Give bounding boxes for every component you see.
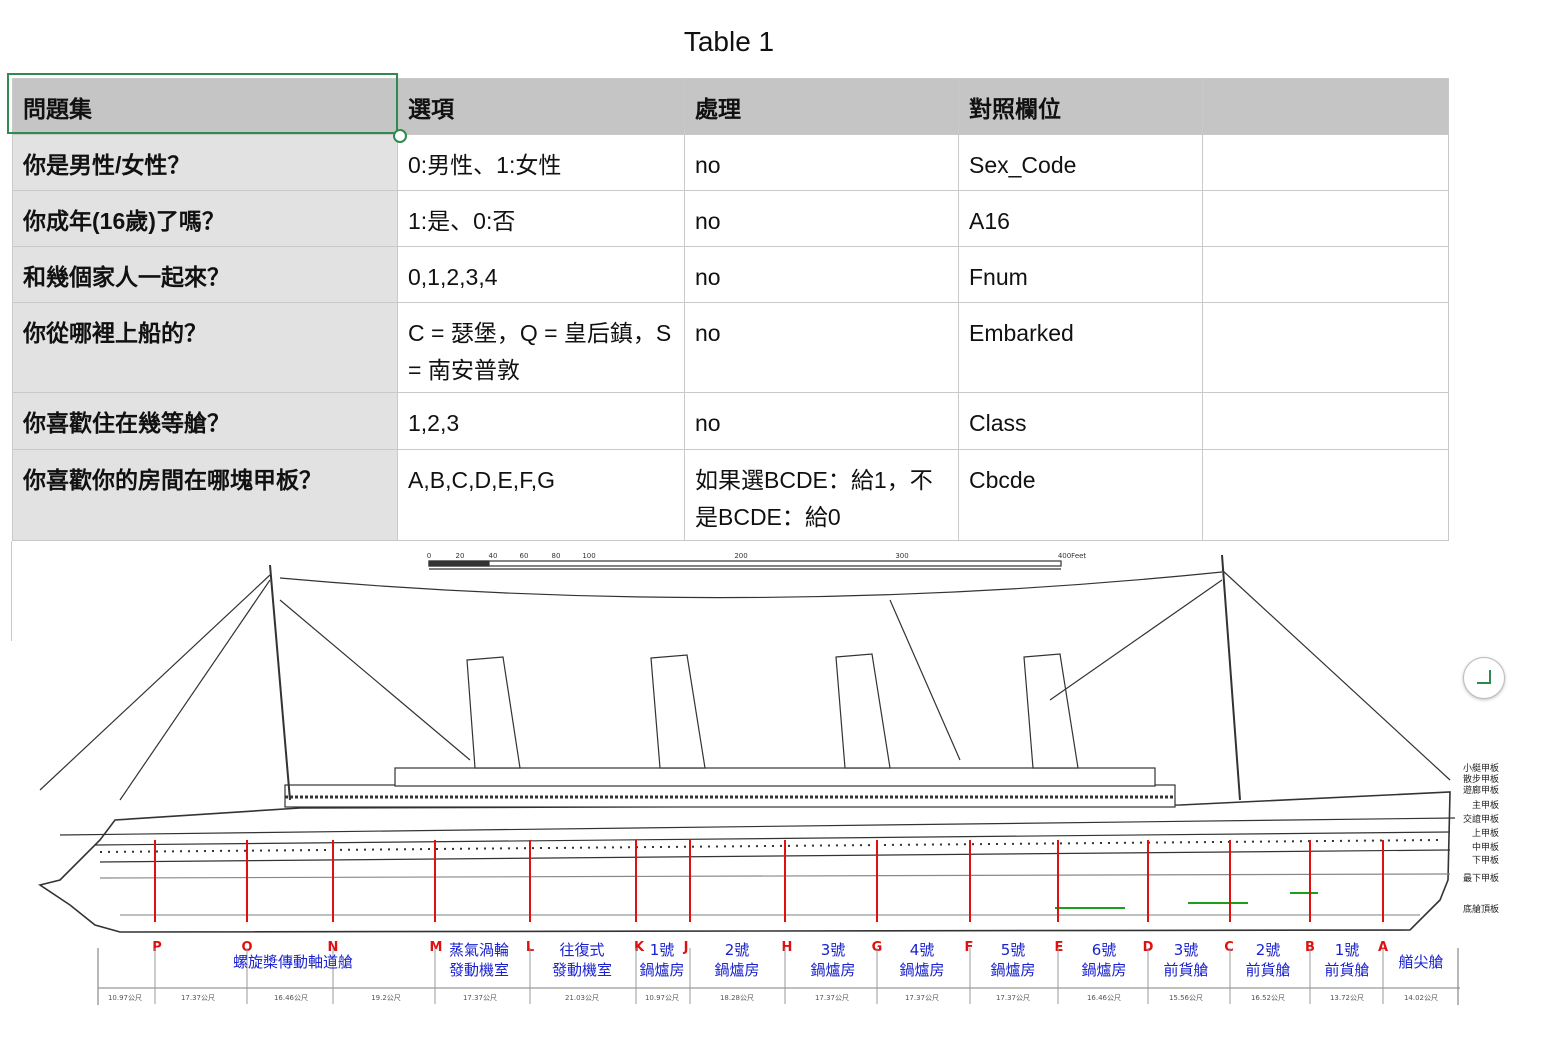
scale-label: 200 (734, 552, 747, 560)
bulkhead-letter: E (1055, 940, 1064, 955)
length-label: 10.97公尺 (645, 994, 679, 1002)
scale-bar (428, 560, 1062, 567)
length-label: 17.37公尺 (181, 994, 215, 1002)
rigging (119, 579, 271, 801)
length-label: 17.37公尺 (815, 994, 849, 1002)
length-label: 21.03公尺 (565, 994, 599, 1002)
length-label: 10.97公尺 (108, 994, 142, 1002)
rigging (1049, 579, 1223, 701)
compartment-label: 鍋爐房 (810, 961, 855, 979)
bulkhead-letter: J (683, 940, 689, 955)
compartment-label: 1號 (650, 941, 675, 959)
length-label: 16.46公尺 (274, 994, 308, 1002)
length-label: 17.37公尺 (996, 994, 1030, 1002)
deck-label: 交誼甲板 (1463, 813, 1499, 825)
compartment-label: 前貨艙 (1324, 961, 1369, 979)
funnel (1023, 653, 1079, 769)
scale-label: 0 (427, 552, 431, 560)
rigging (889, 599, 961, 761)
compartment-label: 鍋爐房 (639, 961, 684, 979)
length-label: 16.52公尺 (1251, 994, 1285, 1002)
ship-drawing (38, 554, 1460, 1005)
deck-label: 下甲板 (1472, 854, 1499, 866)
compartment-label: 往復式 (559, 941, 604, 959)
bulkhead-letter: C (1224, 940, 1234, 955)
image-resize-button[interactable] (1463, 657, 1505, 699)
antenna-wire (279, 571, 1223, 599)
compartment-label: 蒸氣渦輪 (449, 941, 509, 959)
length-label: 17.37公尺 (905, 994, 939, 1002)
compartment-label: 鍋爐房 (990, 961, 1035, 979)
scale-label: 80 (552, 552, 561, 560)
compartment-label: 發動機室 (552, 961, 612, 979)
length-label: 14.02公尺 (1404, 994, 1438, 1002)
length-label: 13.72公尺 (1330, 994, 1364, 1002)
deck-label: 主甲板 (1472, 799, 1499, 811)
compartment-label: 發動機室 (449, 961, 509, 979)
rigging (39, 574, 271, 791)
deck-label: 上甲板 (1472, 827, 1499, 839)
compartment-label: 3號 (1174, 941, 1199, 959)
rigging (1221, 569, 1451, 781)
compartment-label: 鍋爐房 (899, 961, 944, 979)
length-label: 15.56公尺 (1169, 994, 1203, 1002)
compartment-label: 螺旋槳傳動軸道艙 (233, 953, 353, 971)
deck-label: 中甲板 (1472, 841, 1499, 853)
deck-label: 最下甲板 (1463, 872, 1499, 884)
deck-label: 底艙頂板 (1463, 903, 1499, 915)
funnel (650, 654, 706, 769)
scale-label: 400Feet (1058, 552, 1087, 560)
superstructure (394, 767, 1156, 787)
compartment-label: 3號 (821, 941, 846, 959)
scale-bar (428, 560, 490, 567)
mast (1221, 554, 1241, 801)
compartment-label: 4號 (910, 941, 935, 959)
scale-label: 40 (489, 552, 498, 560)
hull (38, 791, 1451, 933)
bulkhead-letter: M (430, 940, 443, 955)
scale-label: 60 (520, 552, 529, 560)
bulkhead-letter: P (152, 940, 162, 955)
compartment-label: 6號 (1092, 941, 1117, 959)
compartment-label: 鍋爐房 (714, 961, 759, 979)
compartment-label: 5號 (1001, 941, 1026, 959)
length-label: 16.46公尺 (1087, 994, 1121, 1002)
funnel (835, 653, 891, 769)
length-label: 18.28公尺 (720, 994, 754, 1002)
scale-label: 300 (895, 552, 908, 560)
deck-label: 遊廊甲板 (1463, 784, 1499, 796)
deck-label: 散步甲板 (1463, 773, 1499, 785)
length-label: 17.37公尺 (463, 994, 497, 1002)
deck-label: 小艇甲板 (1463, 762, 1499, 774)
compartment-label: 2號 (1256, 941, 1281, 959)
compartment-label: 艏尖艙 (1398, 953, 1443, 971)
compartment-label: 鍋爐房 (1081, 961, 1126, 979)
rigging (279, 599, 471, 761)
bulkhead-letter: H (782, 940, 793, 955)
compartment-label: 1號 (1335, 941, 1360, 959)
scale-label: 100 (582, 552, 595, 560)
compartment-label: 前貨艙 (1245, 961, 1290, 979)
compartment-label: 2號 (725, 941, 750, 959)
scale-label: 20 (456, 552, 465, 560)
funnel (466, 656, 521, 769)
titanic-cross-section-image[interactable]: 0 20 40 60 80 100 200 300 400Feet 小艇甲板散步甲板遊廊甲板主甲板… (0, 0, 1558, 1050)
length-label: 19.2公尺 (371, 994, 401, 1002)
corner-icon (1477, 670, 1491, 684)
compartment-label: 前貨艙 (1163, 961, 1208, 979)
bulkhead-letter: F (965, 940, 974, 955)
